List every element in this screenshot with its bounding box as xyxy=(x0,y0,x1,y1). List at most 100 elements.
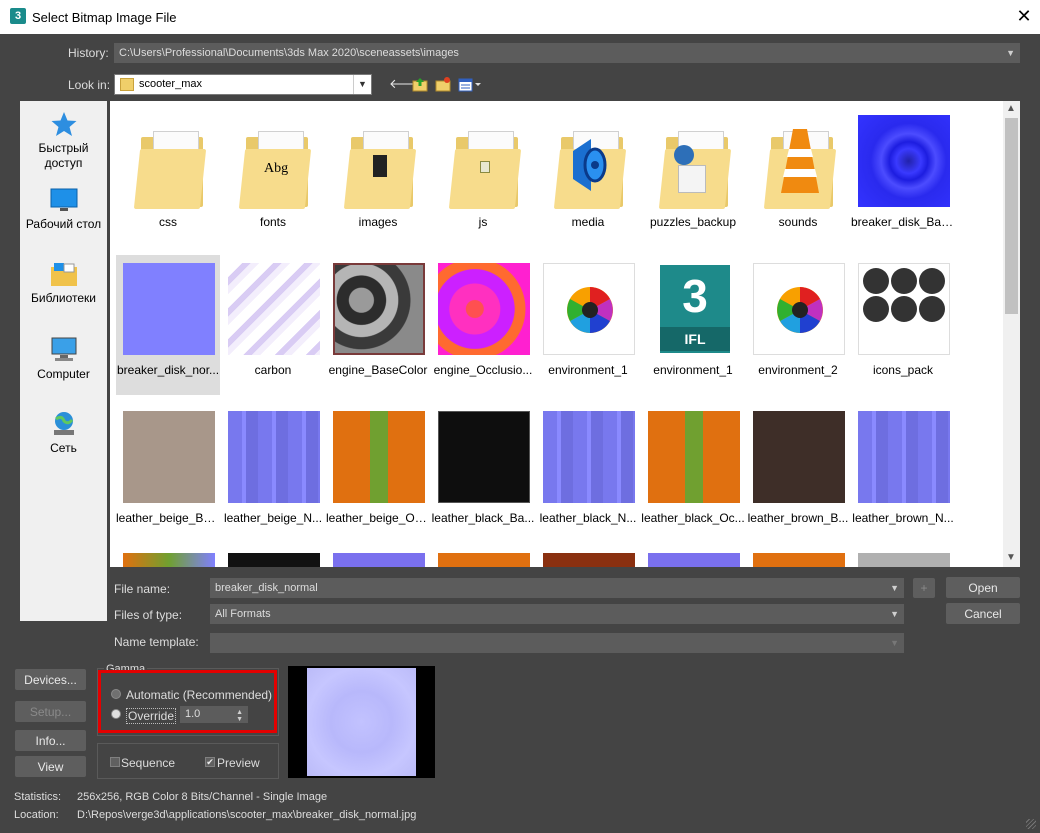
name-template-label: Name template: xyxy=(114,635,199,649)
list-item[interactable]: leather_beige_N... xyxy=(221,403,325,543)
setup-button[interactable]: Setup... xyxy=(15,701,86,722)
chevron-down-icon: ▼ xyxy=(890,609,899,619)
place-desktop[interactable]: Рабочий стол xyxy=(20,187,107,232)
add-button[interactable]: + xyxy=(913,578,935,598)
up-folder-icon[interactable] xyxy=(412,76,428,92)
scroll-up-icon[interactable]: ▲ xyxy=(1006,103,1016,114)
name-template-dropdown[interactable]: ▼ xyxy=(210,633,904,653)
view-menu-icon[interactable] xyxy=(458,77,482,93)
star-icon xyxy=(50,111,78,137)
close-icon[interactable]: ✕ xyxy=(1012,4,1036,28)
list-item[interactable]: engine_BaseColor xyxy=(326,255,430,395)
list-item[interactable]: Abg fonts xyxy=(221,107,325,247)
list-item[interactable]: leather_brown_B... xyxy=(746,403,850,543)
list-item[interactable]: puzzles_backup xyxy=(641,107,745,247)
image-thumbnail xyxy=(228,263,320,355)
environment-icon xyxy=(777,287,823,333)
list-item[interactable]: 3 IFL environment_1 xyxy=(641,255,745,395)
file-name: leather_beige_Oc... xyxy=(326,511,430,525)
window-title: Select Bitmap Image File xyxy=(32,10,177,25)
chevron-down-icon: ▼ xyxy=(1006,48,1015,58)
image-thumbnail xyxy=(438,411,530,503)
list-item[interactable]: leather_black_Ba... xyxy=(431,403,535,543)
file-name-label: File name: xyxy=(114,582,171,596)
list-item[interactable]: carbon xyxy=(221,255,325,395)
file-name: js xyxy=(478,215,488,229)
image-thumbnail xyxy=(858,115,950,207)
resize-grip-icon[interactable] xyxy=(1026,819,1036,829)
history-label: History: xyxy=(68,46,109,60)
image-thumbnail xyxy=(333,263,425,355)
list-item[interactable]: breaker_disk_Bas... xyxy=(851,107,955,247)
list-item[interactable]: engine_Occlusio... xyxy=(431,255,535,395)
sequence-checkbox[interactable] xyxy=(110,757,120,767)
list-item[interactable]: leather_black_N... xyxy=(536,403,640,543)
preview-label: Preview xyxy=(217,756,260,770)
place-label: Computer xyxy=(37,367,90,381)
file-name: fonts xyxy=(259,215,286,229)
info-button[interactable]: Info... xyxy=(15,730,86,751)
files-of-type-dropdown[interactable]: All Formats ▼ xyxy=(210,604,904,624)
list-item[interactable]: sounds xyxy=(746,107,850,247)
list-item[interactable]: images xyxy=(326,107,430,247)
look-in-dropdown[interactable]: scooter_max ▼ xyxy=(114,74,372,95)
place-quick-access[interactable]: Быстрый доступ xyxy=(20,111,107,171)
preview-checkbox[interactable]: ✔ xyxy=(205,757,215,767)
list-item[interactable]: leather_beige_Oc... xyxy=(326,403,430,543)
3dsmax-app-icon: 3 xyxy=(10,8,26,24)
partial-thumbnail xyxy=(858,553,950,567)
file-name: leather_brown_B... xyxy=(747,511,849,525)
place-network[interactable]: Сеть xyxy=(20,411,107,456)
new-folder-icon[interactable] xyxy=(435,76,451,92)
location-value: D:\Repos\verge3d\applications\scooter_ma… xyxy=(77,809,417,821)
open-button[interactable]: Open xyxy=(946,577,1020,598)
list-item[interactable]: leather_black_Oc... xyxy=(641,403,745,543)
files-of-type-value: All Formats xyxy=(215,608,271,620)
file-list[interactable]: css Abg fonts images js media puzzles_ba… xyxy=(110,101,1020,567)
list-item[interactable]: leather_brown_N... xyxy=(851,403,955,543)
file-name: leather_black_N... xyxy=(539,511,637,525)
devices-button[interactable]: Devices... xyxy=(15,669,86,690)
places-bar: Быстрый доступ Рабочий стол Библиотеки C… xyxy=(20,101,107,621)
file-name: leather_beige_N... xyxy=(223,511,323,525)
files-of-type-label: Files of type: xyxy=(114,608,183,622)
scroll-down-icon[interactable]: ▼ xyxy=(1006,552,1016,563)
image-thumbnail xyxy=(123,263,215,355)
cancel-button[interactable]: Cancel xyxy=(946,603,1020,624)
file-name: engine_BaseColor xyxy=(328,363,428,377)
file-name: icons_pack xyxy=(872,363,934,377)
place-libraries[interactable]: Библиотеки xyxy=(20,261,107,306)
history-dropdown[interactable]: C:\Users\Professional\Documents\3ds Max … xyxy=(114,43,1020,63)
file-name: breaker_disk_Bas... xyxy=(851,215,955,229)
view-button[interactable]: View xyxy=(15,756,86,777)
list-item-selected[interactable]: breaker_disk_nor... xyxy=(116,255,220,395)
look-in-value: scooter_max xyxy=(139,78,202,90)
list-item[interactable]: js xyxy=(431,107,535,247)
list-item[interactable]: icons_pack xyxy=(851,255,955,395)
partial-thumbnail xyxy=(123,553,215,567)
place-label: Быстрый доступ xyxy=(38,141,89,170)
location-label: Location: xyxy=(14,809,59,821)
place-label: Сеть xyxy=(50,441,77,455)
folder-icon xyxy=(753,115,845,209)
computer-icon xyxy=(50,337,78,363)
list-item[interactable]: leather_beige_Ba... xyxy=(116,403,220,543)
list-item[interactable]: environment_1 xyxy=(536,255,640,395)
image-thumbnail xyxy=(333,411,425,503)
file-name-field[interactable]: breaker_disk_normal ▼ xyxy=(210,578,904,598)
look-in-label: Look in: xyxy=(68,78,111,92)
file-name: environment_1 xyxy=(548,363,628,377)
back-arrow-icon[interactable]: 🡐 xyxy=(389,76,424,92)
place-computer[interactable]: Computer xyxy=(20,337,107,382)
ifl-ext: IFL xyxy=(660,327,730,351)
scrollbar-thumb[interactable] xyxy=(1005,118,1018,314)
file-name: breaker_disk_nor... xyxy=(116,363,220,377)
list-item[interactable]: css xyxy=(116,107,220,247)
list-item[interactable]: media xyxy=(536,107,640,247)
list-item[interactable]: environment_2 xyxy=(746,255,850,395)
chevron-down-icon: ▼ xyxy=(890,583,899,593)
libraries-icon xyxy=(50,261,78,287)
folder-icon xyxy=(120,78,134,91)
file-name: environment_1 xyxy=(653,363,733,377)
preview-image xyxy=(307,668,416,776)
